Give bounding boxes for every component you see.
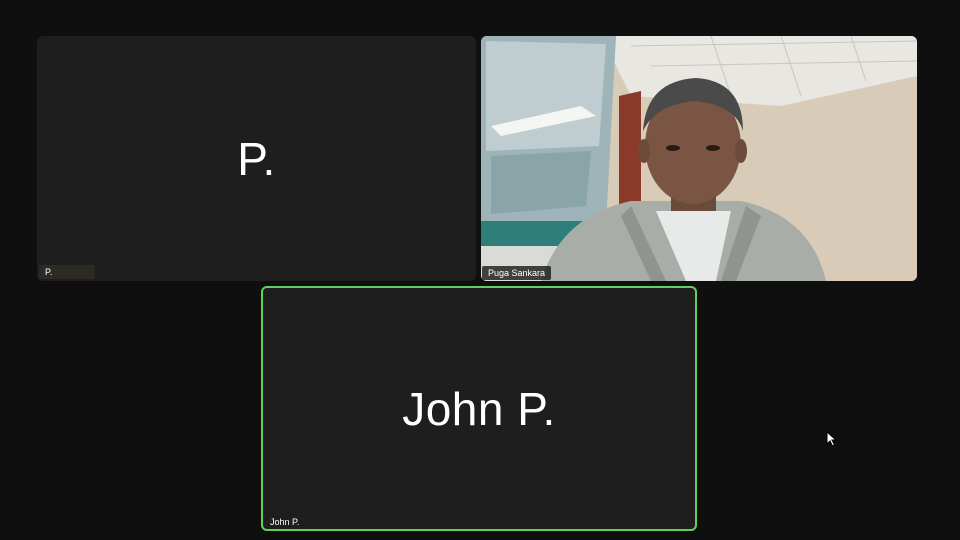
participant-display-name: John P. [402,382,556,435]
participant-display-name: P. [237,132,276,185]
participant-name-tag: John P. [270,517,300,527]
mouse-pointer-icon [826,431,838,447]
participant-name-tag: Puga Sankara [482,266,552,280]
meeting-gallery-view: P. P. Puga Sankara John P. John P. [0,0,960,540]
participant-name-tag: P. [39,265,95,279]
participant-tile-p[interactable]: P. P. [37,36,476,281]
participant-tile-john-p[interactable]: John P. John P. [261,286,697,531]
participant-tile-puga-sankara[interactable]: Puga Sankara [481,36,917,281]
participant-video-feed [481,36,917,281]
